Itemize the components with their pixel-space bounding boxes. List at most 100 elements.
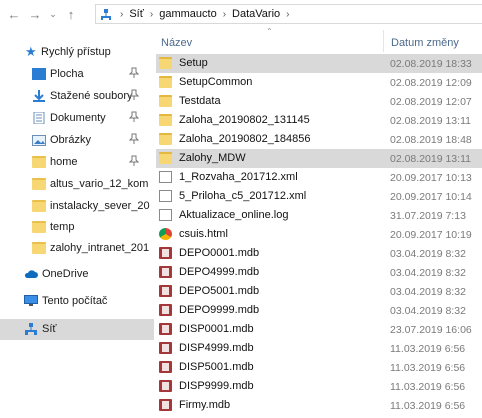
file-row[interactable]: Zaloha_20190802_184856 02.08.2019 18:48 <box>156 130 482 149</box>
file-name: DISP0001.mdb <box>179 323 254 335</box>
file-name: 5_Priloha_c5_201712.xml <box>179 190 307 202</box>
file-row[interactable]: DEPO4999.mdb 03.04.2019 8:32 <box>156 263 482 282</box>
file-row[interactable]: DISP4999.mdb 11.03.2019 6:56 <box>156 339 482 358</box>
nav-item-network[interactable]: Síť <box>0 319 154 340</box>
recent-locations-icon[interactable]: ⌄ <box>44 4 62 24</box>
file-date: 02.08.2019 13:11 <box>390 153 471 165</box>
file-date: 20.09.2017 10:14 <box>390 191 472 203</box>
documents-icon <box>32 111 46 125</box>
download-icon <box>32 90 46 102</box>
pin-icon <box>128 89 140 101</box>
breadcrumb-separator-icon: › <box>222 8 227 20</box>
sort-ascending-icon: ⌃ <box>266 27 273 36</box>
pin-icon <box>128 67 140 79</box>
file-name: Aktualizace_online.log <box>179 209 289 221</box>
file-row[interactable]: DISP0001.mdb 23.07.2019 16:06 <box>156 320 482 339</box>
folder-icon <box>159 57 172 69</box>
pictures-icon <box>32 134 46 146</box>
file-name: Zaloha_20190802_184856 <box>179 133 311 145</box>
nav-item-altus-vario[interactable]: altus_vario_12_kom <box>0 174 154 195</box>
file-name: Zalohy_MDW <box>179 152 246 164</box>
nav-item-documents[interactable]: Dokumenty <box>0 108 154 129</box>
file-name: DISP5001.mdb <box>179 361 254 373</box>
file-date: 31.07.2019 7:13 <box>390 210 466 222</box>
file-date: 02.08.2019 18:48 <box>390 134 472 146</box>
nav-item-label: altus_vario_12_kom <box>50 178 149 190</box>
nav-item-label: Plocha <box>50 68 84 80</box>
nav-item-label: Tento počítač <box>42 295 108 307</box>
nav-item-label: zalohy_intranet_201 <box>50 242 150 254</box>
file-date: 20.09.2017 10:13 <box>390 172 472 184</box>
nav-item-zalohy-intranet[interactable]: zalohy_intranet_201 <box>0 238 154 259</box>
up-arrow-icon[interactable]: ↑ <box>62 4 80 24</box>
file-row[interactable]: 1_Rozvaha_201712.xml 20.09.2017 10:13 <box>156 168 482 187</box>
nav-item-temp[interactable]: temp <box>0 217 154 238</box>
file-row[interactable]: Testdata 02.08.2019 12:07 <box>156 92 482 111</box>
folder-icon <box>32 178 46 190</box>
breadcrumb-item[interactable]: Síť <box>129 8 144 20</box>
file-row[interactable]: DEPO5001.mdb 03.04.2019 8:32 <box>156 282 482 301</box>
file-name: DISP9999.mdb <box>179 380 254 392</box>
file-row[interactable]: DEPO0001.mdb 03.04.2019 8:32 <box>156 244 482 263</box>
chrome-html-icon <box>159 228 172 240</box>
file-row[interactable]: DEPO9999.mdb 03.04.2019 8:32 <box>156 301 482 320</box>
file-row[interactable]: csuis.html 20.09.2017 10:19 <box>156 225 482 244</box>
nav-item-this-pc[interactable]: Tento počítač <box>0 291 154 312</box>
file-row[interactable]: Aktualizace_online.log 31.07.2019 7:13 <box>156 206 482 225</box>
nav-item-label: Obrázky <box>50 134 91 146</box>
access-db-icon <box>159 285 172 297</box>
folder-icon <box>32 200 46 212</box>
access-db-icon <box>159 323 172 335</box>
nav-item-pictures[interactable]: Obrázky <box>0 130 154 151</box>
address-bar[interactable]: › Síť › gammaucto › DataVario › <box>95 4 482 24</box>
access-db-icon <box>159 399 172 411</box>
nav-item-desktop[interactable]: Plocha <box>0 64 154 85</box>
forward-arrow-icon[interactable]: → <box>26 4 44 24</box>
file-row[interactable]: Firmy.mdb 11.03.2019 6:56 <box>156 396 482 415</box>
file-date: 03.04.2019 8:32 <box>390 248 466 260</box>
file-date: 02.08.2019 13:11 <box>390 115 471 127</box>
file-row[interactable]: SetupCommon 02.08.2019 12:09 <box>156 73 482 92</box>
column-divider[interactable] <box>383 30 384 52</box>
file-row[interactable]: Setup 02.08.2019 18:33 <box>156 54 482 73</box>
xml-file-icon <box>159 190 172 202</box>
back-arrow-icon[interactable]: ← <box>5 4 23 24</box>
access-db-icon <box>159 361 172 373</box>
folder-icon <box>159 114 172 126</box>
file-row[interactable]: 5_Priloha_c5_201712.xml 20.09.2017 10:14 <box>156 187 482 206</box>
nav-item-label: Síť <box>42 323 57 335</box>
computer-icon <box>24 295 38 307</box>
breadcrumb-separator-icon: › <box>120 8 124 20</box>
address-bar-row: ← → ⌄ ↑ › Síť › gammaucto › DataVario › <box>0 0 482 28</box>
nav-item-label: temp <box>50 221 75 233</box>
nav-item-instalacky-sever[interactable]: instalacky_sever_20 <box>0 196 154 217</box>
file-row[interactable]: DISP5001.mdb 11.03.2019 6:56 <box>156 358 482 377</box>
breadcrumb-item[interactable]: gammaucto <box>159 8 216 20</box>
nav-item-quick-access[interactable]: ★ Rychlý přístup <box>0 42 154 63</box>
file-row[interactable]: Zalohy_MDW 02.08.2019 13:11 <box>156 149 482 168</box>
file-name: Setup <box>179 57 208 69</box>
breadcrumb-separator-icon: › <box>286 8 290 20</box>
nav-item-home[interactable]: home <box>0 152 154 173</box>
file-row[interactable]: Zaloha_20190802_131145 02.08.2019 13:11 <box>156 111 482 130</box>
star-icon: ★ <box>25 44 37 59</box>
breadcrumb-item[interactable]: DataVario <box>232 8 280 20</box>
pin-icon <box>128 133 140 145</box>
file-date: 02.08.2019 12:07 <box>390 96 472 108</box>
file-name: Firmy.mdb <box>179 399 231 411</box>
file-row[interactable]: DISP9999.mdb 11.03.2019 6:56 <box>156 377 482 396</box>
file-date: 11.03.2019 6:56 <box>390 381 466 393</box>
file-name: Zaloha_20190802_131145 <box>179 114 310 126</box>
nav-item-downloads[interactable]: Stažené soubory <box>0 86 154 107</box>
pin-icon <box>128 155 140 167</box>
xml-file-icon <box>159 171 172 183</box>
file-date: 11.03.2019 6:56 <box>390 400 466 412</box>
file-date: 20.09.2017 10:19 <box>390 229 472 241</box>
nav-item-onedrive[interactable]: OneDrive <box>0 264 154 285</box>
file-name: SetupCommon <box>179 76 253 88</box>
nav-item-label: home <box>50 156 78 168</box>
access-db-icon <box>159 304 172 316</box>
access-db-icon <box>159 380 172 392</box>
network-icon <box>24 323 38 335</box>
file-name: DEPO4999.mdb <box>179 266 260 278</box>
